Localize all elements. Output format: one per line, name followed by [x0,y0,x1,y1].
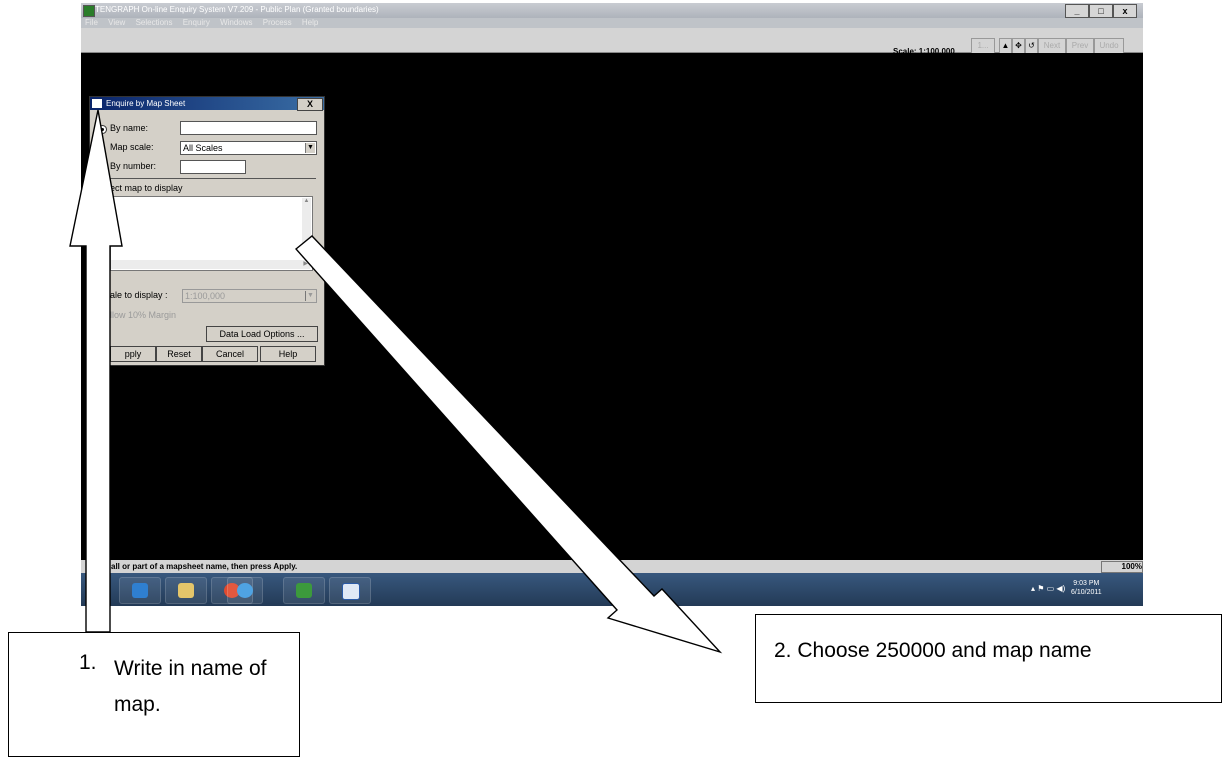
callout-step-2: 2. Choose 250000 and map name [755,614,1222,703]
arrow-up-annotation [69,109,123,633]
callout-2-text: 2. Choose 250000 and map name [774,639,1092,662]
callout-1-text: Write in name of map. [114,657,267,716]
arrow-diagonal-annotation [294,235,723,654]
callout-step-1: 1. Write in name of map. [8,632,300,757]
callout-1-number: 1. [79,651,97,674]
